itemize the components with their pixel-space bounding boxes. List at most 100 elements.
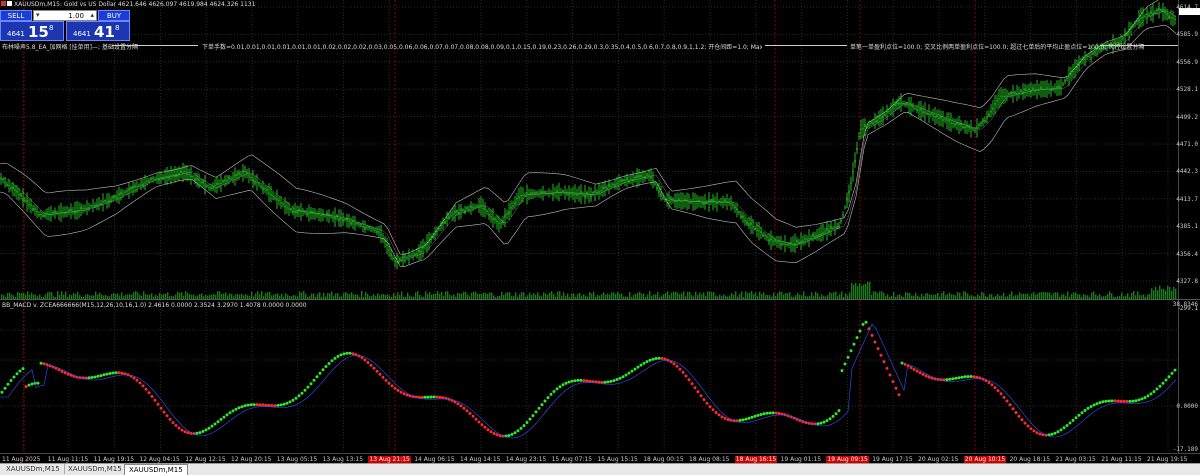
macd-dot bbox=[93, 375, 97, 379]
candle-body bbox=[324, 215, 326, 217]
macd-dot bbox=[1152, 390, 1156, 394]
macd-dot bbox=[1113, 399, 1117, 403]
volume-bar bbox=[833, 292, 835, 299]
candle-body bbox=[820, 233, 822, 236]
candle-body bbox=[630, 178, 632, 180]
candle-body bbox=[216, 182, 218, 185]
volume-bar bbox=[683, 291, 685, 299]
candle-body bbox=[796, 240, 798, 243]
macd-dot bbox=[624, 373, 628, 377]
macd-dot bbox=[3, 386, 7, 390]
volume-bar bbox=[965, 291, 967, 299]
macd-dot bbox=[528, 417, 532, 421]
candle-body bbox=[70, 208, 72, 212]
candle-body bbox=[952, 123, 954, 124]
volume-bar bbox=[225, 292, 227, 299]
candle-body bbox=[1134, 22, 1136, 24]
volume-bar bbox=[1055, 292, 1057, 299]
candle-body bbox=[1162, 9, 1164, 12]
candle-body bbox=[354, 223, 356, 225]
macd-dot bbox=[945, 378, 949, 382]
candle-body bbox=[392, 258, 394, 259]
candle-body bbox=[910, 104, 912, 107]
candle-body bbox=[536, 191, 538, 194]
indicator-axis[interactable] bbox=[1178, 300, 1200, 453]
volume-bar bbox=[1133, 291, 1135, 299]
candle-body bbox=[398, 260, 400, 262]
macd-dot bbox=[495, 433, 499, 437]
volume-bar bbox=[735, 291, 737, 299]
macd-dot bbox=[891, 380, 895, 384]
candle-body bbox=[562, 190, 564, 193]
candle-body bbox=[946, 119, 948, 121]
macd-dot bbox=[102, 373, 106, 377]
candle-body bbox=[22, 198, 24, 201]
macd-dot bbox=[177, 426, 181, 430]
indicator-axis-top: 38.8346 bbox=[1172, 301, 1198, 308]
volume-bar bbox=[703, 292, 705, 299]
candle-body bbox=[586, 192, 588, 195]
lot-input[interactable]: ▾ 1.00 ▴ bbox=[33, 10, 97, 21]
macd-dot bbox=[219, 417, 223, 421]
candle-body bbox=[364, 226, 366, 230]
macd-dot bbox=[432, 395, 436, 399]
macd-dot bbox=[564, 381, 568, 385]
volume-bar bbox=[875, 291, 877, 299]
candle-body bbox=[50, 213, 52, 215]
candle-body bbox=[648, 174, 650, 176]
volume-bar bbox=[811, 292, 813, 299]
bid-price-button[interactable]: 4641 15 8 bbox=[0, 21, 64, 41]
candle-body bbox=[760, 231, 762, 233]
candle-body bbox=[132, 186, 134, 189]
chart-tab[interactable]: XAUUSDm,M15 bbox=[64, 464, 127, 474]
candle-body bbox=[348, 220, 350, 222]
macd-dot bbox=[1086, 406, 1090, 410]
candle-body bbox=[1080, 61, 1082, 63]
candle-body bbox=[454, 210, 456, 214]
macd-dot bbox=[1056, 430, 1060, 434]
candle-body bbox=[686, 200, 688, 202]
macd-dot bbox=[870, 333, 874, 337]
candle-body bbox=[46, 212, 48, 215]
macd-dot bbox=[159, 406, 163, 410]
candle-body bbox=[674, 200, 676, 202]
volume-bar bbox=[863, 284, 865, 299]
macd-indicator-chart[interactable] bbox=[0, 300, 1178, 453]
ask-price-button[interactable]: 4641 41 8 bbox=[66, 21, 130, 41]
chart-tab-active[interactable]: XAUUSDm,M15 bbox=[124, 464, 188, 475]
macd-dot bbox=[1140, 397, 1144, 401]
candle-body bbox=[1136, 20, 1138, 22]
sell-button[interactable]: SELL bbox=[0, 10, 32, 21]
candle-body bbox=[572, 193, 574, 195]
time-axis-label: 20 Aug 18:15 bbox=[1009, 456, 1051, 463]
macd-dot bbox=[519, 426, 523, 430]
volume-bar bbox=[177, 291, 179, 299]
chart-tab[interactable]: XAUUSDm,M15 bbox=[2, 464, 65, 474]
lot-up-icon[interactable]: ▴ bbox=[90, 11, 94, 19]
candle-body bbox=[982, 119, 984, 122]
candle-body bbox=[508, 211, 510, 215]
volume-bar bbox=[869, 281, 871, 299]
candle-body bbox=[976, 126, 978, 128]
candle-body bbox=[276, 199, 278, 201]
macd-dot bbox=[333, 356, 337, 360]
candle-body bbox=[1160, 9, 1162, 11]
buy-button[interactable]: BUY bbox=[98, 10, 130, 21]
volume-bar bbox=[17, 292, 19, 299]
macd-dot bbox=[180, 428, 184, 432]
candle-body bbox=[808, 238, 810, 240]
ea-separator-left bbox=[112, 45, 198, 46]
lot-down-icon[interactable]: ▾ bbox=[36, 11, 40, 19]
volume-bar bbox=[1047, 292, 1049, 299]
macd-dot bbox=[492, 432, 496, 435]
candle-body bbox=[986, 116, 988, 118]
macd-dot bbox=[1119, 399, 1123, 403]
bid-sup: 8 bbox=[49, 24, 54, 32]
candle-body bbox=[684, 199, 686, 202]
volume-bar bbox=[269, 291, 271, 299]
candle-body bbox=[146, 180, 148, 182]
candle-body bbox=[98, 203, 100, 205]
candle-body bbox=[134, 185, 136, 188]
macd-dot bbox=[348, 351, 352, 355]
macd-dot bbox=[327, 362, 331, 365]
